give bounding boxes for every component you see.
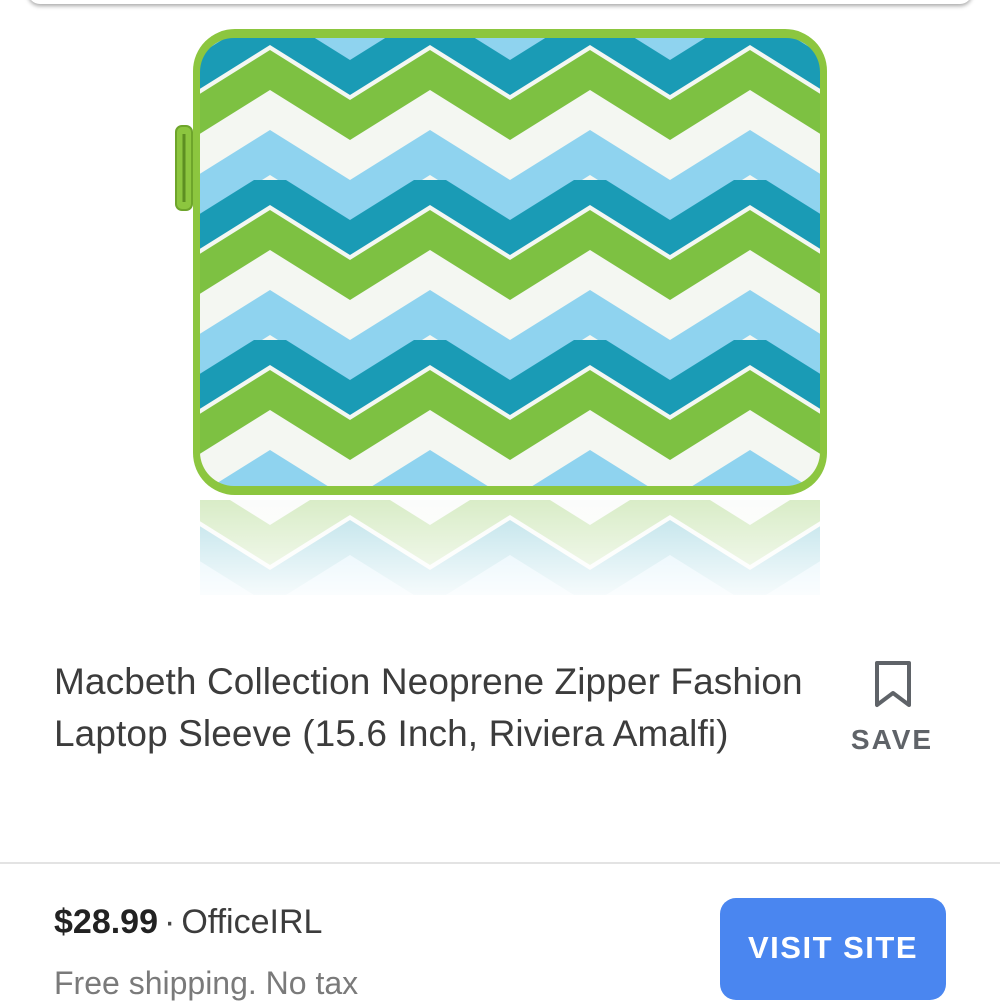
- shipping-info: Free shipping. No tax: [54, 965, 359, 1001]
- product-title: Macbeth Collection Neoprene Zipper Fashi…: [54, 661, 803, 754]
- divider: [0, 862, 1000, 864]
- price: $28.99: [54, 903, 158, 941]
- save-label: SAVE: [850, 724, 934, 755]
- price-merchant-line: $28.99 · OfficeIRL: [54, 900, 322, 944]
- merchant-name: OfficeIRL: [181, 903, 323, 941]
- zipper-pull-icon: [175, 125, 193, 211]
- bookmark-icon: [875, 661, 911, 707]
- visit-site-button[interactable]: VISIT SITE: [720, 898, 946, 1000]
- save-button[interactable]: SAVE: [840, 654, 944, 764]
- separator: ·: [164, 903, 176, 941]
- product-image[interactable]: [0, 0, 1000, 610]
